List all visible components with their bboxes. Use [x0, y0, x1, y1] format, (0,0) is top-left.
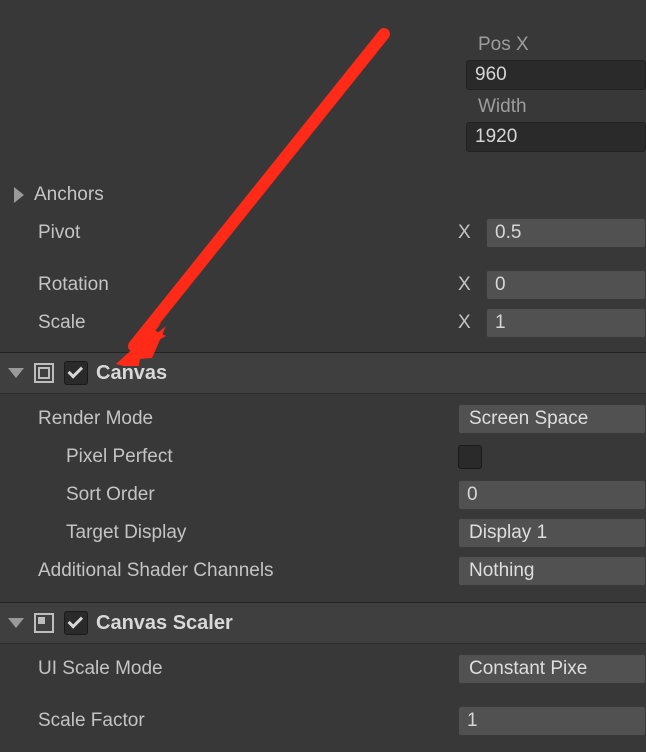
scale-factor-label: Scale Factor [38, 710, 458, 732]
canvas-scaler-title: Canvas Scaler [96, 612, 233, 635]
scale-row: Scale X 1 [0, 304, 646, 342]
canvas-scaler-component-header[interactable]: Canvas Scaler [0, 602, 646, 644]
rotation-label: Rotation [38, 274, 458, 296]
pivot-row: Pivot X 0.5 [0, 214, 646, 252]
sort-order-label: Sort Order [66, 484, 458, 506]
canvas-component-header[interactable]: Canvas [0, 352, 646, 394]
scale-factor-row: Scale Factor 1 [0, 702, 646, 740]
additional-channels-label: Additional Shader Channels [38, 560, 458, 582]
render-mode-row: Render Mode Screen Space [0, 400, 646, 438]
target-display-label: Target Display [66, 522, 458, 544]
ui-scale-mode-label: UI Scale Mode [38, 658, 458, 680]
canvas-title: Canvas [96, 362, 167, 385]
canvas-component-icon [32, 361, 56, 385]
inspector-panel: Pos X 960 Width 1920 Anchors Pivot X 0.5… [0, 0, 646, 752]
foldout-right-icon[interactable] [14, 187, 24, 203]
anchors-row[interactable]: Anchors [0, 176, 646, 214]
additional-channels-dropdown[interactable]: Nothing [458, 556, 646, 586]
rotation-x-axis-label: X [458, 274, 478, 296]
pixel-perfect-row: Pixel Perfect [0, 438, 646, 476]
sort-order-field[interactable]: 0 [458, 480, 646, 510]
foldout-down-icon[interactable] [8, 368, 24, 378]
target-display-dropdown[interactable]: Display 1 [458, 518, 646, 548]
anchors-label: Anchors [34, 184, 104, 206]
render-mode-dropdown[interactable]: Screen Space [458, 404, 646, 434]
width-field[interactable]: 1920 [466, 122, 646, 152]
pos-x-field[interactable]: 960 [466, 60, 646, 90]
rect-transform-right-column: Pos X 960 Width 1920 [466, 28, 646, 152]
pixel-perfect-checkbox[interactable] [458, 445, 482, 469]
target-display-row: Target Display Display 1 [0, 514, 646, 552]
rotation-row: Rotation X 0 [0, 266, 646, 304]
canvas-scaler-enabled-checkbox[interactable] [64, 611, 88, 635]
pixel-perfect-label: Pixel Perfect [66, 446, 458, 468]
width-label: Width [466, 96, 646, 118]
scale-label: Scale [38, 312, 458, 334]
render-mode-label: Render Mode [38, 408, 458, 430]
canvas-scaler-component-icon [32, 611, 56, 635]
sort-order-row: Sort Order 0 [0, 476, 646, 514]
additional-channels-row: Additional Shader Channels Nothing [0, 552, 646, 590]
scale-x-axis-label: X [458, 312, 478, 334]
scale-x-field[interactable]: 1 [486, 308, 646, 338]
pivot-x-field[interactable]: 0.5 [486, 218, 646, 248]
canvas-enabled-checkbox[interactable] [64, 361, 88, 385]
ui-scale-mode-row: UI Scale Mode Constant Pixe [0, 650, 646, 688]
scale-factor-field[interactable]: 1 [458, 706, 646, 736]
pos-x-label: Pos X [466, 34, 646, 56]
ui-scale-mode-dropdown[interactable]: Constant Pixe [458, 654, 646, 684]
foldout-down-icon[interactable] [8, 618, 24, 628]
rotation-x-field[interactable]: 0 [486, 270, 646, 300]
pivot-x-axis-label: X [458, 222, 478, 244]
pivot-label: Pivot [38, 222, 458, 244]
